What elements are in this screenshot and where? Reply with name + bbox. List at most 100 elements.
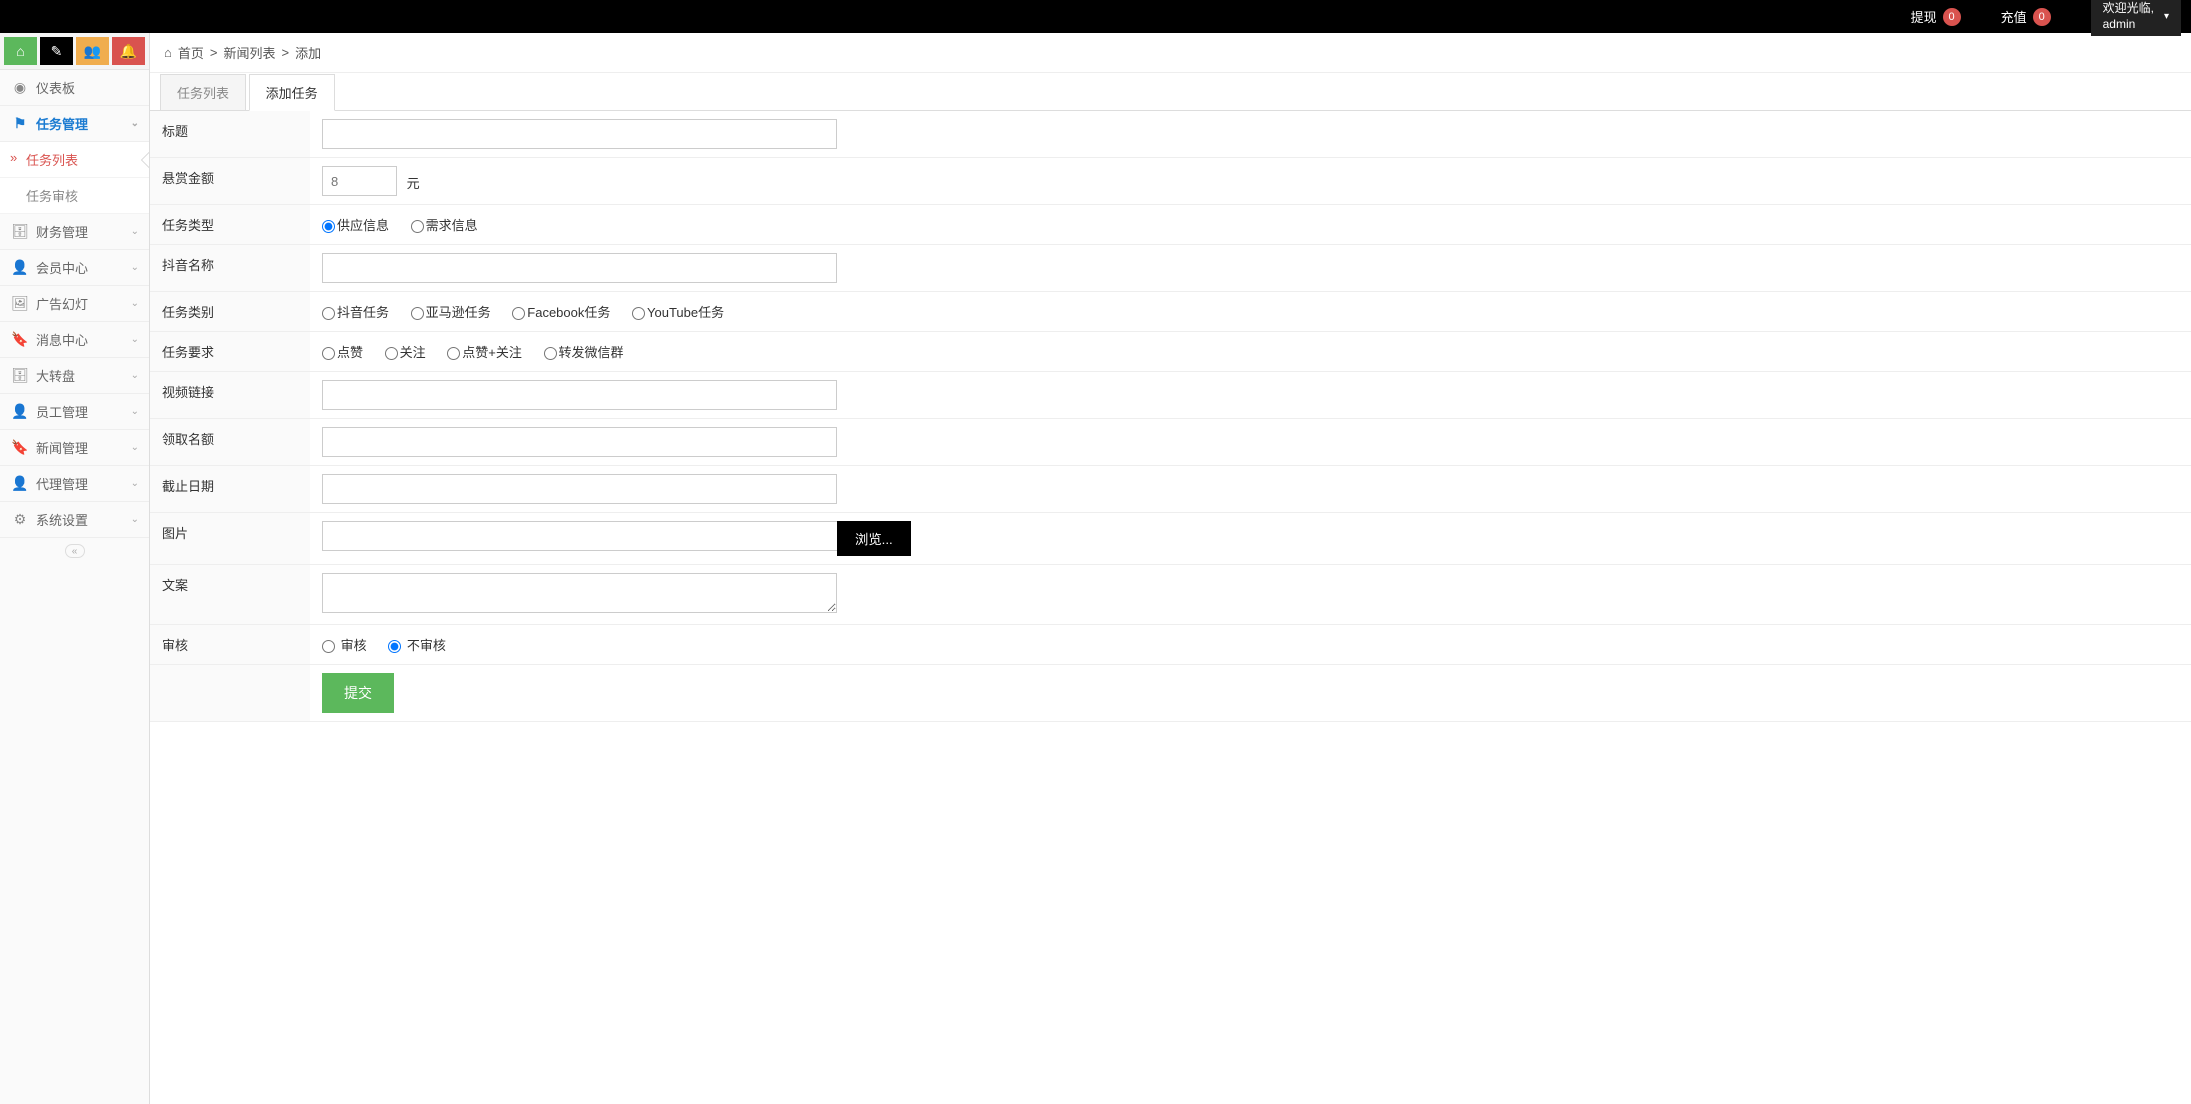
caret-down-icon: ▾ [2164, 10, 2169, 23]
quota-input[interactable] [322, 427, 837, 457]
image-path-input[interactable] [322, 521, 837, 551]
label-reward: 悬赏金额 [150, 158, 310, 205]
video-link-input[interactable] [322, 380, 837, 410]
sidebar-item-staff[interactable]: 👤 员工管理 ⌄ [0, 394, 149, 430]
sidebar-item-ads[interactable]: 🖼 广告幻灯 ⌄ [0, 286, 149, 322]
briefcase-icon: 🗄 [10, 367, 30, 384]
notify-button[interactable]: 🔔 [112, 37, 145, 65]
sidebar-item-label: 消息中心 [36, 330, 88, 349]
sidebar-item-label: 会员中心 [36, 258, 88, 277]
user-icon: 👤 [10, 403, 30, 420]
edit-button[interactable]: ✎ [40, 37, 73, 65]
label-title: 标题 [150, 111, 310, 158]
task-sub-nav: 任务列表 任务审核 [0, 142, 149, 214]
sidebar-item-dashboard[interactable]: ◉ 仪表板 [0, 70, 149, 106]
tab-add-task[interactable]: 添加任务 [249, 74, 335, 111]
image-icon: 🖼 [10, 295, 30, 312]
chevron-down-icon: ⌄ [131, 298, 139, 309]
chevron-down-icon: ⌄ [131, 478, 139, 489]
chevron-down-icon: ⌄ [131, 334, 139, 345]
copy-textarea[interactable] [322, 573, 837, 613]
breadcrumb-home[interactable]: 首页 [178, 43, 204, 62]
label-douyin-name: 抖音名称 [150, 245, 310, 292]
sidebar-sub-task-list[interactable]: 任务列表 [0, 142, 149, 178]
sidebar-sub-task-audit[interactable]: 任务审核 [0, 178, 149, 214]
radio-facebook[interactable]: Facebook任务 [512, 305, 610, 320]
sidebar-item-task-mgmt[interactable]: ⚑ 任务管理 ⌄ [0, 106, 149, 142]
submit-button[interactable]: 提交 [322, 673, 394, 713]
dashboard-icon: ◉ [10, 79, 30, 96]
radio-like-follow[interactable]: 点赞+关注 [447, 345, 522, 360]
label-image: 图片 [150, 513, 310, 565]
nav: ◉ 仪表板 ⚑ 任务管理 ⌄ 任务列表 任务审核 🗄 财务管理 ⌄ [0, 70, 149, 1104]
sidebar-item-message[interactable]: 🔖 消息中心 ⌄ [0, 322, 149, 358]
tab-task-list[interactable]: 任务列表 [160, 74, 246, 110]
sidebar-item-settings[interactable]: ⚙ 系统设置 ⌄ [0, 502, 149, 538]
sidebar: ⌂ ✎ 👥 🔔 ◉ 仪表板 ⚑ 任务管理 ⌄ 任务列表 任务审核 [0, 33, 150, 1104]
radio-demand[interactable]: 需求信息 [411, 218, 478, 233]
label-quota: 领取名额 [150, 419, 310, 466]
user-icon: 👤 [10, 259, 30, 276]
withdraw-link[interactable]: 提现 0 [1911, 7, 1961, 26]
user-name: admin [2103, 17, 2154, 33]
home-icon: ⌂ [16, 43, 24, 59]
flag-icon: ⚑ [10, 115, 30, 132]
label-deadline: 截止日期 [150, 466, 310, 513]
sidebar-item-member[interactable]: 👤 会员中心 ⌄ [0, 250, 149, 286]
radio-follow[interactable]: 关注 [385, 345, 426, 360]
chevron-down-icon: ⌄ [131, 370, 139, 381]
sidebar-item-label: 任务列表 [26, 153, 78, 168]
label-task-type: 任务类型 [150, 205, 310, 245]
chevron-down-icon: ⌄ [131, 442, 139, 453]
chevron-down-icon: ⌄ [131, 406, 139, 417]
sidebar-item-finance[interactable]: 🗄 财务管理 ⌄ [0, 214, 149, 250]
radio-amazon[interactable]: 亚马逊任务 [411, 305, 491, 320]
sidebar-item-wheel[interactable]: 🗄 大转盘 ⌄ [0, 358, 149, 394]
bell-icon: 🔔 [120, 43, 137, 60]
radio-forward-wechat[interactable]: 转发微信群 [544, 345, 624, 360]
deadline-input[interactable] [322, 474, 837, 504]
breadcrumb-level1[interactable]: 新闻列表 [223, 43, 275, 62]
bookmark-icon: 🔖 [10, 331, 30, 348]
collapse-sidebar-button[interactable]: « [65, 544, 85, 558]
radio-like[interactable]: 点赞 [322, 345, 363, 360]
topbar: 提现 0 充值 0 欢迎光临, admin ▾ [0, 0, 2191, 33]
sidebar-item-agent[interactable]: 👤 代理管理 ⌄ [0, 466, 149, 502]
user-icon: 👤 [10, 475, 30, 492]
sidebar-item-label: 新闻管理 [36, 438, 88, 457]
briefcase-icon: 🗄 [10, 223, 30, 240]
title-input[interactable] [322, 119, 837, 149]
reward-input[interactable] [322, 166, 397, 196]
browse-button[interactable]: 浏览... [837, 521, 911, 556]
radio-douyin[interactable]: 抖音任务 [322, 305, 389, 320]
radio-audit-yes[interactable]: 审核 [322, 638, 367, 653]
chevron-down-icon: ⌄ [131, 514, 139, 525]
users-button[interactable]: 👥 [76, 37, 109, 65]
recharge-link[interactable]: 充值 0 [2001, 7, 2051, 26]
chevron-down-icon: ⌄ [131, 262, 139, 273]
user-greeting: 欢迎光临, [2103, 1, 2154, 17]
user-menu[interactable]: 欢迎光临, admin ▾ [2091, 0, 2181, 36]
label-audit: 审核 [150, 625, 310, 665]
sidebar-item-label: 大转盘 [36, 366, 75, 385]
sidebar-item-label: 员工管理 [36, 402, 88, 421]
sidebar-item-label: 广告幻灯 [36, 294, 88, 313]
sidebar-item-news[interactable]: 🔖 新闻管理 ⌄ [0, 430, 149, 466]
sidebar-item-label: 任务审核 [26, 189, 78, 204]
recharge-label: 充值 [2001, 7, 2027, 26]
withdraw-badge: 0 [1943, 8, 1961, 26]
radio-youtube[interactable]: YouTube任务 [632, 305, 724, 320]
radio-audit-no[interactable]: 不审核 [388, 638, 446, 653]
home-icon: ⌂ [164, 45, 172, 60]
withdraw-label: 提现 [1911, 7, 1937, 26]
label-copy: 文案 [150, 565, 310, 625]
radio-supply[interactable]: 供应信息 [322, 218, 389, 233]
douyin-name-input[interactable] [322, 253, 837, 283]
chevron-left-icon: « [72, 546, 78, 557]
breadcrumb: ⌂ 首页 > 新闻列表 > 添加 [150, 33, 2191, 73]
gear-icon: ⚙ [10, 511, 30, 528]
home-button[interactable]: ⌂ [4, 37, 37, 65]
label-task-category: 任务类别 [150, 292, 310, 332]
sidebar-item-label: 任务管理 [36, 114, 88, 133]
form-table: 标题 悬赏金额 元 任务类型 供应信息 需求信息 [150, 111, 2191, 722]
